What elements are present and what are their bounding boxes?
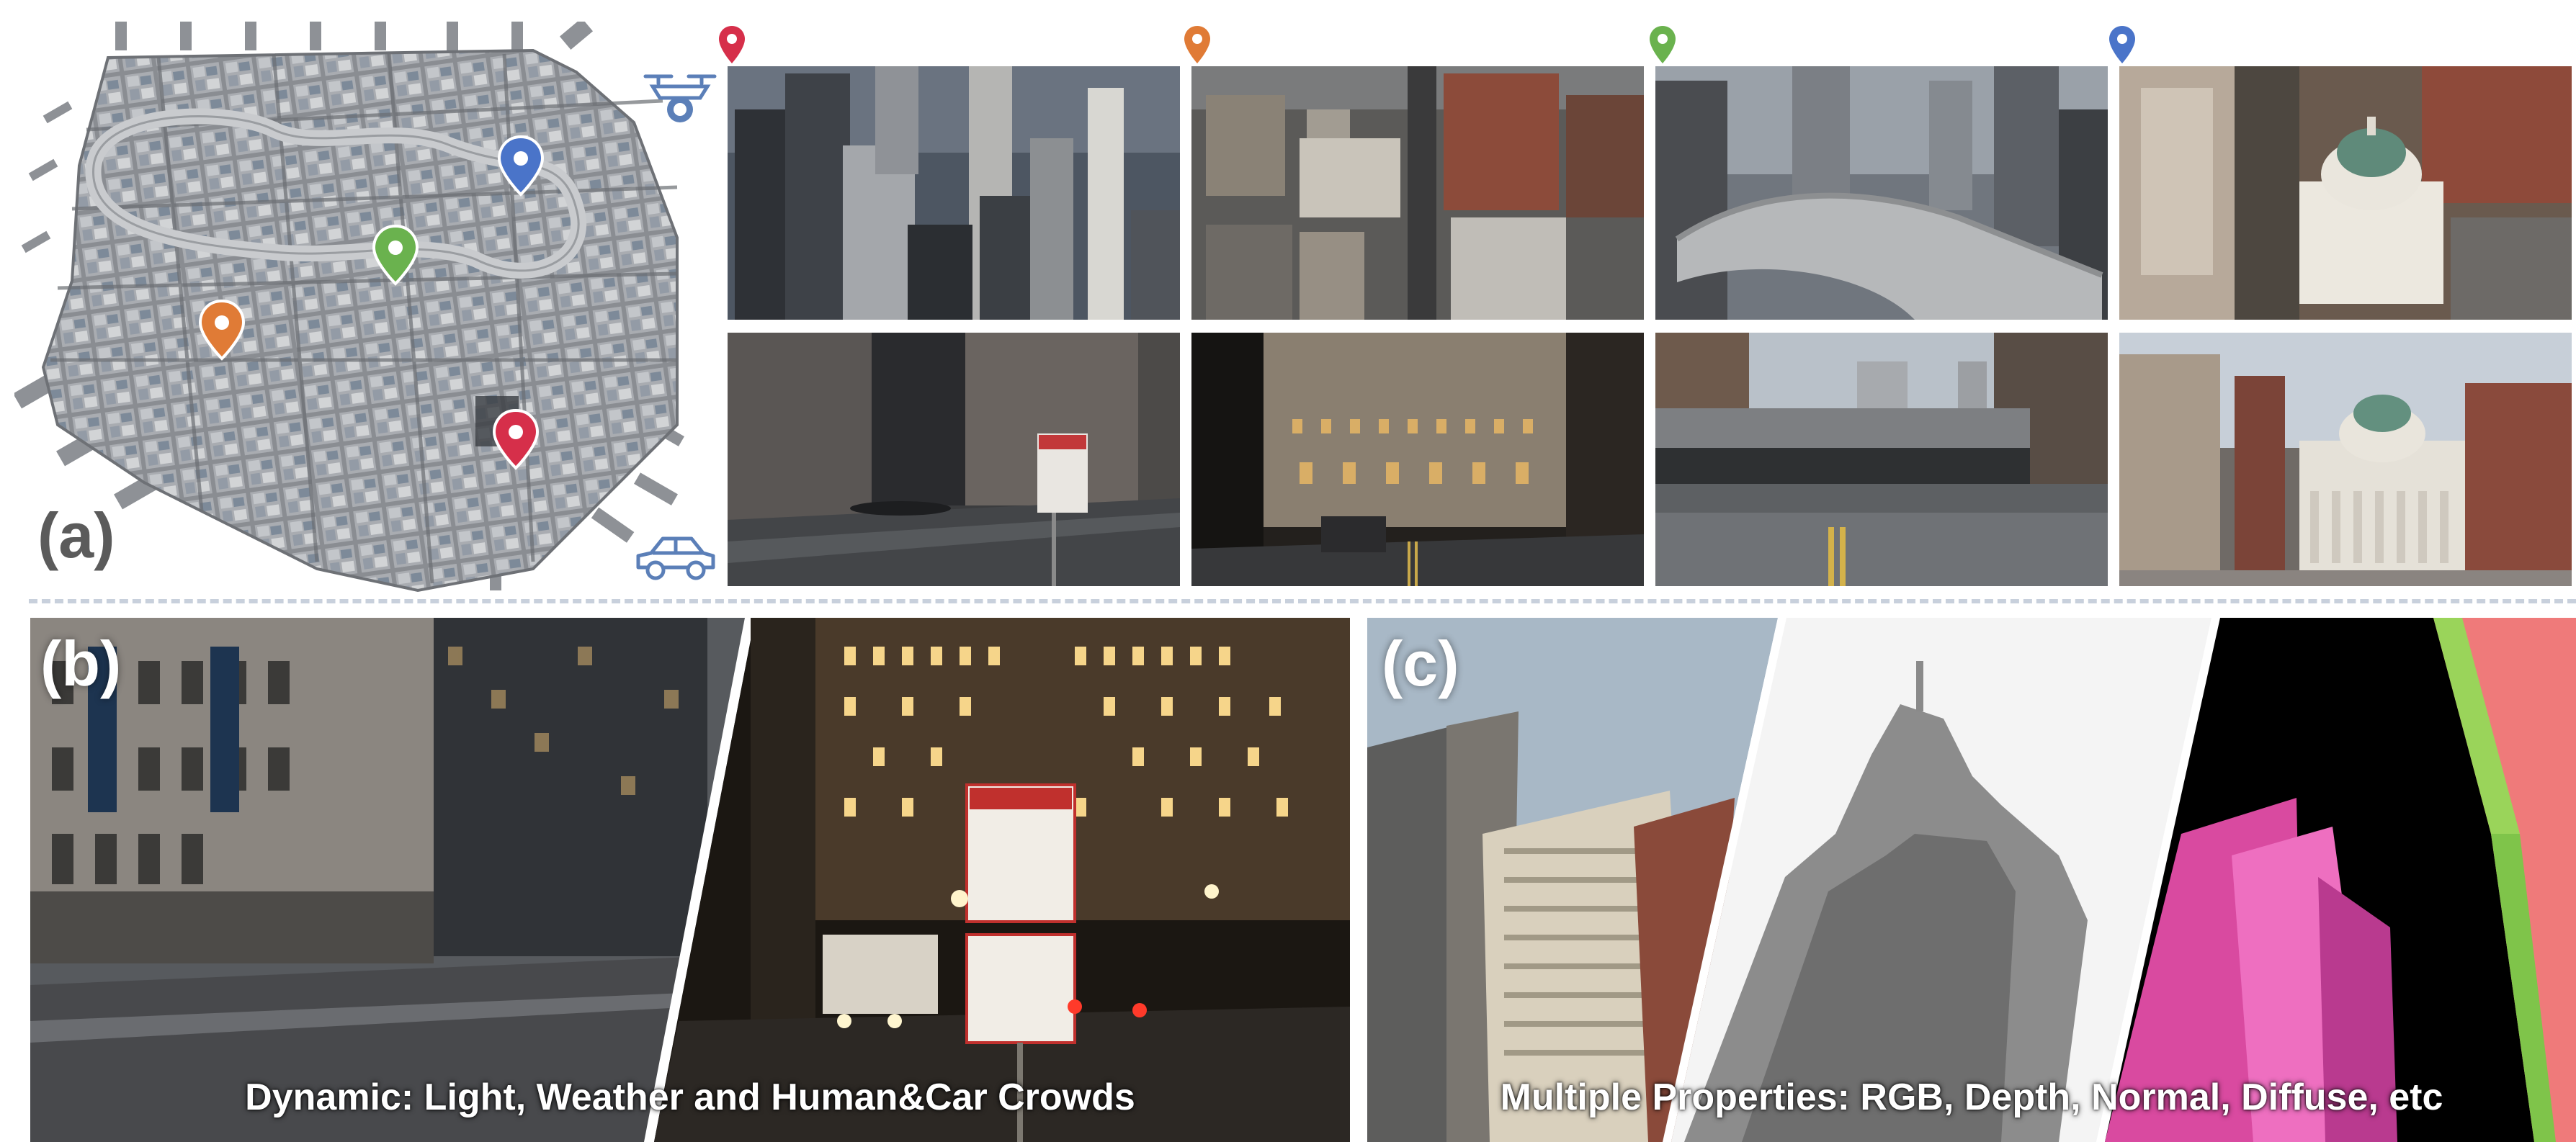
thumb-street-orange <box>1191 333 1644 586</box>
car-icon <box>634 531 717 583</box>
drone-icon <box>643 69 717 127</box>
panel-b: (b) Dynamic: Light, Weather and Human&Ca… <box>30 618 1350 1142</box>
panel-c: (c) Multiple Properties: RGB, Depth, Nor… <box>1367 618 2576 1142</box>
thumb-aerial-blue <box>2119 66 2572 320</box>
thumb-aerial-red <box>728 66 1180 320</box>
column-pin-blue <box>2109 26 2135 63</box>
thumb-street-green <box>1655 333 2108 586</box>
panel-a: (a) <box>0 0 2576 598</box>
section-divider <box>29 599 2576 603</box>
column-pin-green <box>1650 26 1676 63</box>
column-pin-orange <box>1184 26 1210 63</box>
panel-label-a: (a) <box>37 500 115 571</box>
multi-property-image <box>1367 618 2576 1142</box>
thumb-street-red <box>728 333 1180 586</box>
column-pin-red <box>719 26 745 63</box>
thumb-street-blue <box>2119 333 2572 586</box>
thumb-aerial-orange <box>1191 66 1644 320</box>
panel-b-caption: Dynamic: Light, Weather and Human&Car Cr… <box>245 1076 1135 1118</box>
panel-label-c: (c) <box>1382 628 1459 699</box>
thumb-aerial-green <box>1655 66 2108 320</box>
panel-label-b: (b) <box>40 628 122 699</box>
dynamic-scene-image <box>30 618 1350 1142</box>
panel-c-caption: Multiple Properties: RGB, Depth, Normal,… <box>1500 1076 2443 1118</box>
